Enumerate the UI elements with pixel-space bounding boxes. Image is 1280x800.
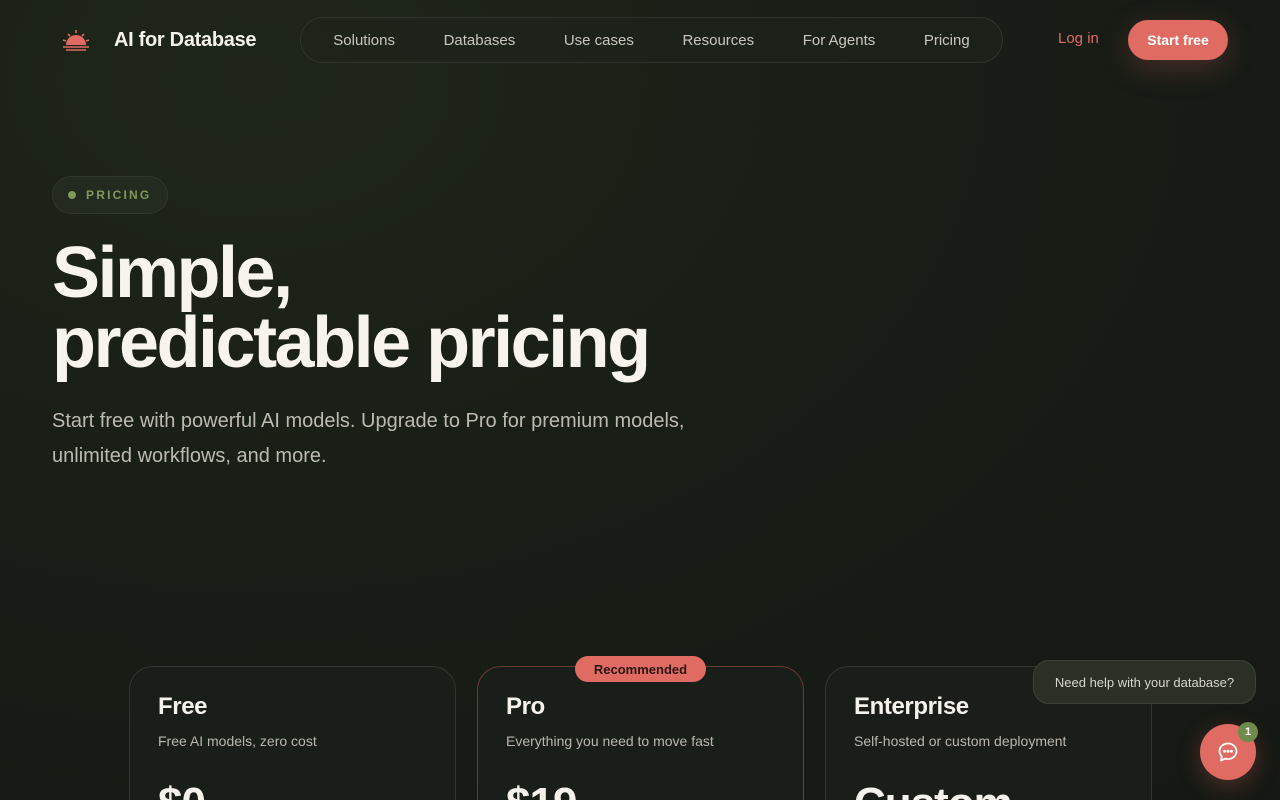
plan-price: Custom — [854, 779, 1123, 800]
plan-price: $0 — [158, 779, 427, 800]
login-link[interactable]: Log in — [1058, 30, 1099, 47]
page-title: Simple, predictable pricing — [52, 233, 812, 383]
nav-item-use-cases[interactable]: Use cases — [550, 32, 648, 49]
help-bubble[interactable]: Need help with your database? — [1033, 660, 1256, 704]
site-header: AI for Database Solutions Databases Use … — [0, 0, 1280, 80]
badge-dot-icon — [68, 191, 76, 199]
plan-description: Self-hosted or custom deployment — [854, 733, 1067, 749]
recommended-badge: Recommended — [575, 656, 706, 682]
nav-item-solutions[interactable]: Solutions — [319, 32, 409, 49]
plan-name: Pro — [506, 693, 545, 720]
plan-card-free: Free Free AI models, zero cost $0 — [129, 666, 456, 800]
page-subtitle: Start free with powerful AI models. Upgr… — [52, 410, 685, 467]
nav-item-for-agents[interactable]: For Agents — [789, 32, 890, 49]
start-free-button[interactable]: Start free — [1128, 20, 1228, 60]
brand-logo[interactable]: AI for Database — [62, 26, 257, 54]
sunrise-icon — [62, 30, 90, 51]
nav-item-resources[interactable]: Resources — [668, 32, 768, 49]
plan-description: Everything you need to move fast — [506, 733, 714, 749]
section-badge: PRICING — [52, 176, 168, 214]
unread-count-badge: 1 — [1238, 722, 1258, 742]
page-title-line-1: Simple, — [52, 233, 293, 313]
brand-name: AI for Database — [114, 28, 257, 51]
badge-label: PRICING — [86, 188, 152, 202]
plan-card-pro: Pro Everything you need to move fast $19 — [477, 666, 804, 800]
nav-item-pricing[interactable]: Pricing — [910, 32, 984, 49]
page-title-line-2: predictable pricing — [52, 303, 651, 383]
chat-icon — [1218, 742, 1238, 762]
plan-price: $19 — [506, 779, 775, 800]
plan-name: Free — [158, 693, 208, 720]
plan-description: Free AI models, zero cost — [158, 733, 317, 749]
main-nav: Solutions Databases Use cases Resources … — [300, 17, 1003, 63]
nav-item-databases[interactable]: Databases — [430, 32, 530, 49]
